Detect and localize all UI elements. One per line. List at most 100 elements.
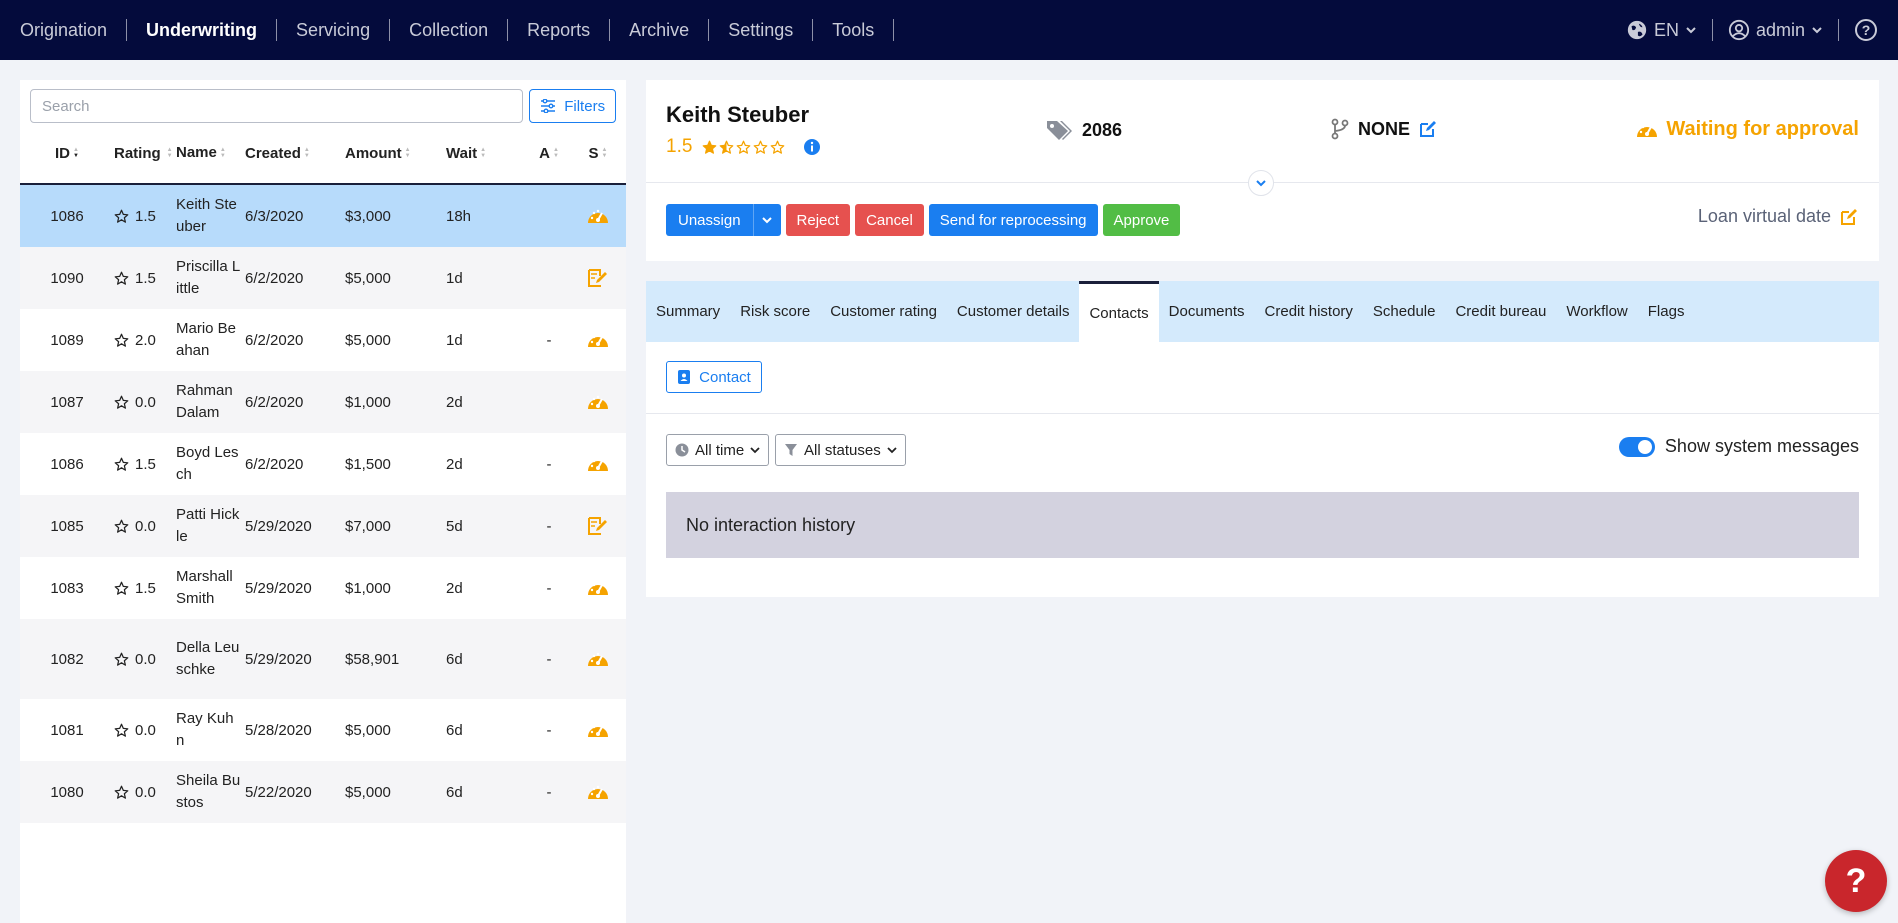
tab-contacts[interactable]: Contacts (1079, 281, 1159, 342)
tab-customer-details[interactable]: Customer details (947, 281, 1080, 342)
tab-credit-bureau[interactable]: Credit bureau (1445, 281, 1556, 342)
loan-virtual-date[interactable]: Loan virtual date (1698, 206, 1859, 227)
row-wait: 6d (446, 721, 463, 739)
table-row[interactable]: 1086 1.5 Boyd Lesch 6/2/2020 $1,500 2d - (20, 433, 626, 495)
column-header-label: Amount (345, 144, 402, 162)
nav-item-archive[interactable]: Archive (610, 0, 708, 60)
row-name: Keith Steuber (176, 196, 237, 235)
expand-details-button[interactable] (1248, 170, 1274, 196)
empty-history-text: No interaction history (686, 514, 856, 535)
nav-item-reports[interactable]: Reports (508, 0, 609, 60)
user-menu[interactable]: admin (1713, 19, 1838, 41)
row-amount: $5,000 (345, 783, 391, 801)
table-row[interactable]: 1080 0.0 Sheila Bustos 5/22/2020 $5,000 6d - (20, 761, 626, 823)
column-header-a[interactable]: A ▲ ▼ (528, 145, 570, 162)
edit-icon[interactable] (1839, 207, 1859, 227)
tab-summary[interactable]: Summary (646, 281, 730, 342)
table-row[interactable]: 1087 0.0 Rahman Dalam 6/2/2020 $1,000 2d (20, 371, 626, 433)
nav-item-servicing[interactable]: Servicing (277, 0, 389, 60)
table-row[interactable]: 1089 2.0 Mario Beahan 6/2/2020 $5,000 1d - (20, 309, 626, 371)
column-header-name[interactable]: Name ▲ ▼ (176, 142, 245, 164)
search-input[interactable] (30, 89, 524, 123)
time-filter-dropdown[interactable]: All time (666, 434, 770, 466)
column-header-id[interactable]: ID ▲ ▼ (20, 145, 114, 162)
application-table-body: 1086 1.5 Keith Steuber 6/3/2020 $3,000 18h 109… (20, 185, 626, 823)
system-messages-toggle[interactable] (1618, 436, 1655, 457)
help-button[interactable]: ? (1839, 18, 1898, 42)
unassign-button[interactable]: Unassign (666, 212, 753, 229)
row-rating: 1.5 (114, 456, 176, 473)
nav-item-underwriting[interactable]: Underwriting (127, 0, 276, 60)
star-icon (702, 140, 717, 155)
nav-item-settings[interactable]: Settings (709, 0, 812, 60)
sort-icon: ▲ ▼ (601, 147, 608, 159)
chevron-down-icon (762, 217, 772, 224)
row-amount: $5,000 (345, 331, 391, 349)
top-navigation-bar: Origination Underwriting Servicing Collecti… (0, 0, 1898, 60)
user-name: admin (1755, 19, 1805, 40)
help-chat-button[interactable]: ? (1825, 850, 1887, 912)
unassign-dropdown-toggle[interactable] (752, 204, 781, 236)
filters-button[interactable]: Filters (529, 89, 616, 123)
row-id: 1087 (50, 393, 84, 411)
row-assignee: - (546, 517, 552, 535)
tab-workflow[interactable]: Workflow (1556, 281, 1637, 342)
row-created: 6/2/2020 (245, 455, 304, 473)
row-amount: $3,000 (345, 207, 391, 225)
row-name: Patti Hickle (176, 506, 240, 545)
reject-button[interactable]: Reject (785, 204, 851, 236)
star-icon (114, 209, 129, 224)
column-header-s[interactable]: S ▲ ▼ (570, 145, 626, 162)
row-name: Marshall Smith (176, 568, 233, 607)
nav-item-collection[interactable]: Collection (390, 0, 507, 60)
star-icon (114, 652, 129, 667)
tab-schedule[interactable]: Schedule (1363, 281, 1446, 342)
filter-icon (784, 443, 798, 457)
row-name: Della Leuschke (176, 639, 240, 678)
row-assignee: - (546, 783, 552, 801)
column-header-wait[interactable]: Wait ▲ ▼ (446, 145, 528, 162)
chevron-down-icon (1685, 24, 1697, 36)
language-selector[interactable]: EN (1611, 19, 1712, 41)
row-rating-value: 0.0 (135, 783, 156, 801)
sort-icon: ▲ ▼ (73, 147, 79, 159)
table-row[interactable]: 1090 1.5 Priscilla Little 6/2/2020 $5,000 1d (20, 247, 626, 309)
tab-flags[interactable]: Flags (1638, 281, 1695, 342)
application-id: 2086 (1044, 118, 1122, 142)
row-rating-value: 1.5 (135, 207, 156, 225)
branch-icon (1330, 118, 1350, 140)
tab-credit-history[interactable]: Credit history (1255, 281, 1363, 342)
info-icon[interactable] (803, 138, 821, 156)
nav-item-origination[interactable]: Origination (20, 0, 126, 60)
row-amount: $58,901 (345, 650, 400, 668)
add-contact-button[interactable]: Contact (666, 361, 762, 393)
row-status-gauge-icon (570, 207, 626, 225)
row-name: Priscilla Little (176, 258, 241, 297)
nav-item-tools[interactable]: Tools (813, 0, 893, 60)
column-header-amount[interactable]: Amount ▲ ▼ (345, 145, 446, 162)
send-for-reprocessing-button[interactable]: Send for reprocessing (928, 204, 1098, 236)
row-id: 1086 (50, 207, 84, 225)
cancel-button[interactable]: Cancel (855, 204, 924, 236)
row-rating-value: 0.0 (135, 721, 156, 739)
tab-risk-score[interactable]: Risk score (730, 281, 820, 342)
sort-icon: ▲ ▼ (480, 147, 487, 159)
table-row[interactable]: 1085 0.0 Patti Hickle 5/29/2020 $7,000 5d - (20, 495, 626, 557)
tab-customer-rating[interactable]: Customer rating (820, 281, 947, 342)
edit-icon[interactable] (1418, 119, 1438, 139)
tab-documents[interactable]: Documents (1159, 281, 1255, 342)
approve-button[interactable]: Approve (1102, 204, 1181, 236)
status-filter-dropdown[interactable]: All statuses (775, 434, 906, 466)
row-created: 6/2/2020 (245, 269, 304, 287)
table-row[interactable]: 1081 0.0 Ray Kuhn 5/28/2020 $5,000 6d - (20, 699, 626, 761)
toggle-label: Show system messages (1664, 436, 1859, 456)
table-row[interactable]: 1086 1.5 Keith Steuber 6/3/2020 $3,000 18h (20, 185, 626, 247)
column-header-rating[interactable]: Rating ▲ ▼ (114, 145, 176, 162)
globe-icon (1626, 19, 1648, 41)
status-filter-value: All statuses (804, 441, 881, 459)
column-header-created[interactable]: Created ▲ ▼ (245, 145, 345, 162)
chevron-down-icon (1255, 178, 1267, 188)
table-row[interactable]: 1082 0.0 Della Leuschke 5/29/2020 $58,901 6d - (20, 619, 626, 699)
table-row[interactable]: 1083 1.5 Marshall Smith 5/29/2020 $1,000 2d - (20, 557, 626, 619)
address-book-icon (677, 369, 691, 385)
